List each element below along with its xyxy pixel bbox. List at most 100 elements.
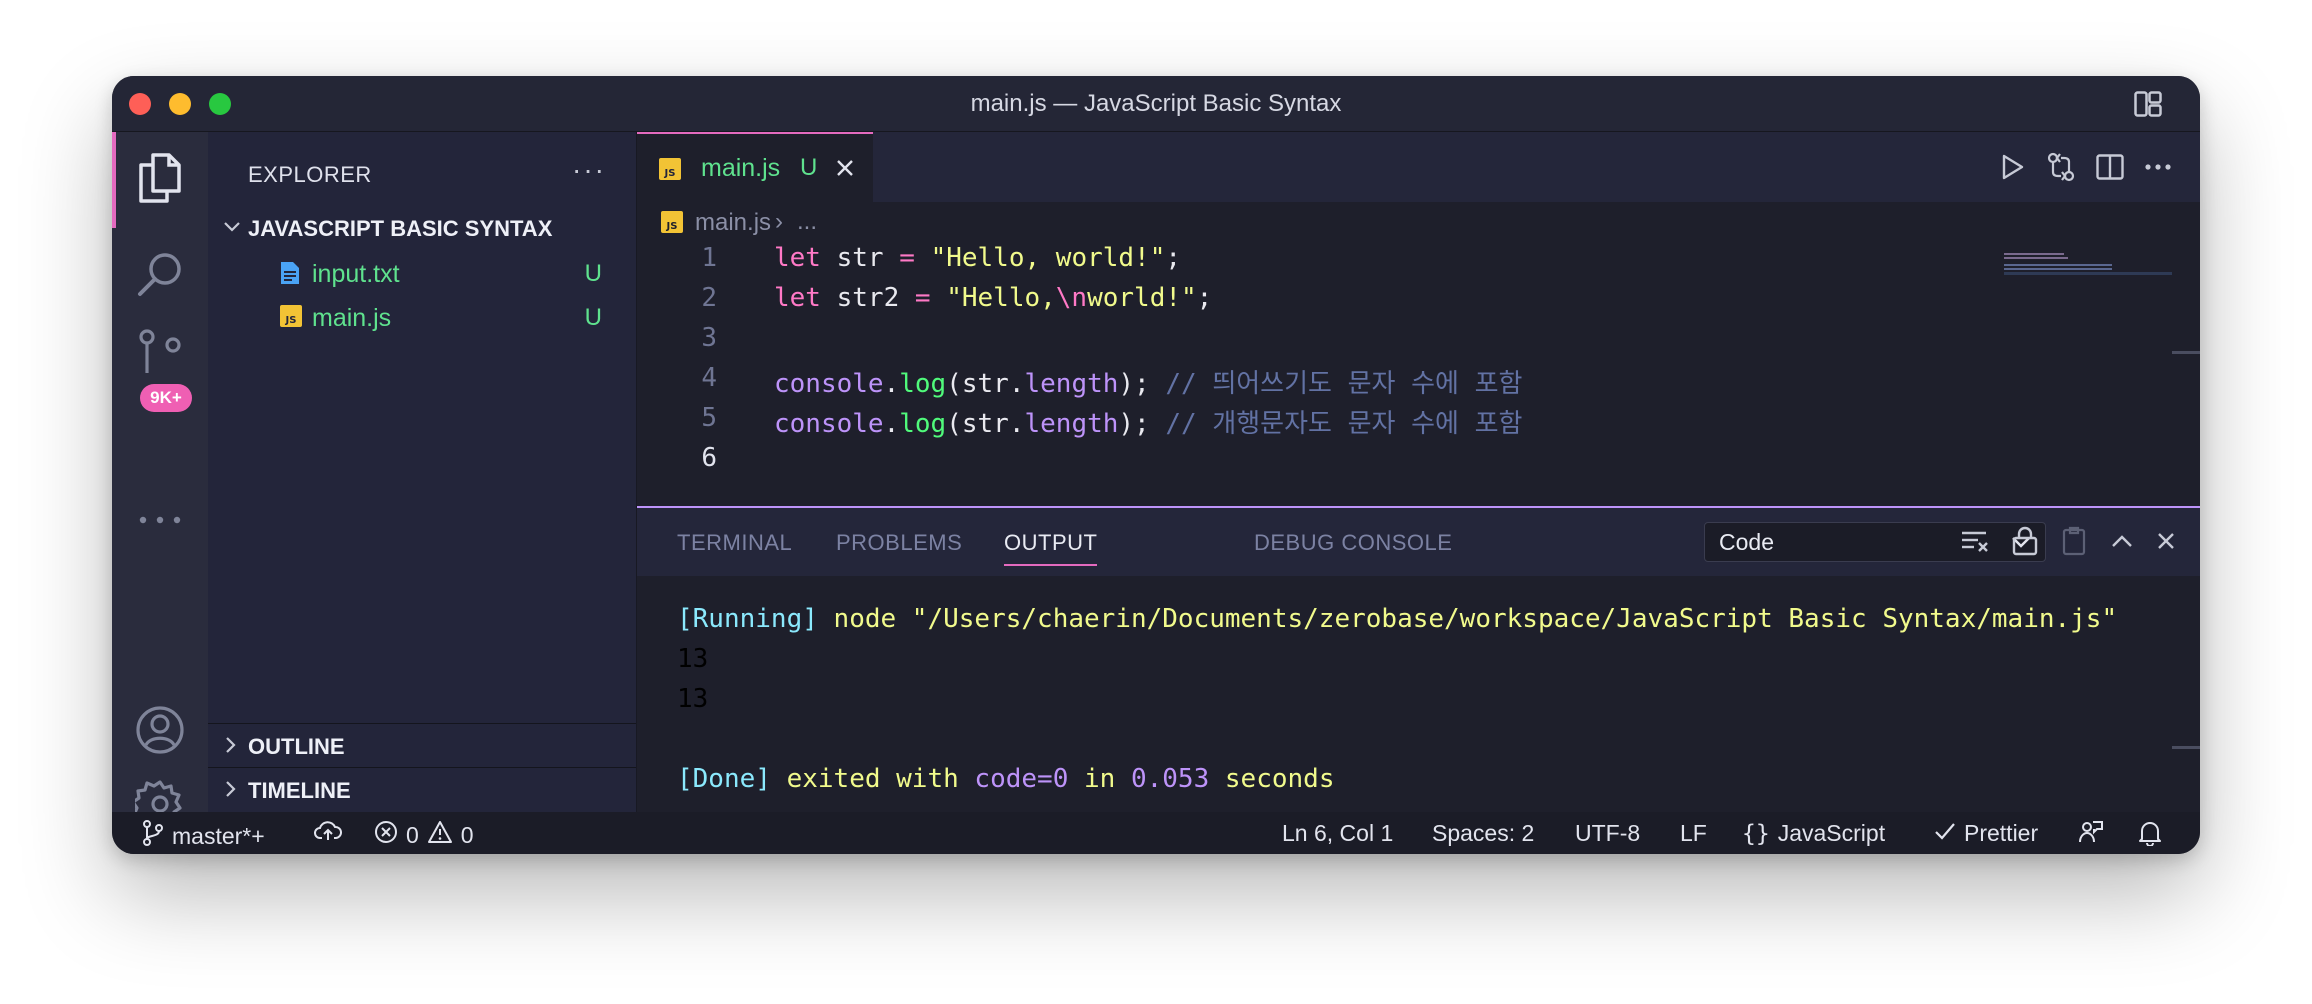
tab-debug-console[interactable]: DEBUG CONSOLE [1254,530,1452,556]
check-icon [1934,820,1956,847]
file-main-js[interactable]: JS main.js U [208,295,636,339]
language-name: JavaScript [1777,820,1886,846]
split-editor-icon[interactable] [2096,150,2124,184]
status-eol[interactable]: LF [1680,820,1707,847]
customize-layout-icon[interactable] [2134,91,2162,122]
run-icon[interactable] [2000,150,2026,184]
search-activity[interactable] [112,228,208,324]
section-timeline[interactable]: TIMELINE [208,767,636,812]
output-text: seconds [1209,764,1335,794]
git-status-untracked: U [584,260,602,287]
status-encoding[interactable]: UTF-8 [1575,820,1640,847]
status-problems[interactable]: 0 0 [374,820,474,850]
error-count: 0 [406,821,419,848]
explorer-activity[interactable] [112,132,208,228]
title-bar: main.js — JavaScript Basic Syntax [112,76,2200,132]
code-line[interactable]: 2 let str2 = "Hello,\nworld!"; [637,283,2037,323]
bottom-panel: TERMINAL PROBLEMS OUTPUT DEBUG CONSOLE C… [637,506,2200,814]
breadcrumb: JS main.js › ... [637,203,2200,243]
chevron-up-icon[interactable] [2110,524,2134,558]
tab-terminal[interactable]: TERMINAL [677,530,792,556]
code-line[interactable]: 3 [637,323,2037,363]
code-token: = [899,243,915,273]
code-editor[interactable]: 1 let str = "Hello, world!"; 2 let str2 = "… [637,243,2200,560]
more-actions-icon[interactable] [2144,150,2172,184]
source-control-badge: 9K+ [140,384,192,412]
tab-main-js[interactable]: JS main.js U [637,132,873,204]
code-line[interactable]: 6 [637,443,2037,483]
code-token: . [883,369,900,399]
account-icon [135,705,185,760]
code-token: ); [1118,409,1166,439]
code-line[interactable]: 1 let str = "Hello, world!"; [637,243,2037,283]
code-token: // 개행문자도 문자 수에 포함 [1165,409,1523,439]
tab-output[interactable]: OUTPUT [1004,530,1098,566]
open-log-icon[interactable] [2060,524,2088,558]
sidebar-more-icon[interactable]: ··· [572,154,606,186]
status-indentation[interactable]: Spaces: 2 [1432,820,1534,847]
status-branch[interactable]: master*+ [142,820,265,852]
section-outline[interactable]: OUTLINE [208,723,636,768]
code-token: console [774,369,884,399]
chevron-right-icon [220,779,240,804]
breadcrumb-file[interactable]: main.js [695,209,771,237]
sidebar-title: EXPLORER [248,162,372,187]
running-command: node "/Users/chaerin/Documents/zerobase/… [817,604,2118,634]
open-changes-icon[interactable] [2046,150,2076,184]
tab-git-status: U [800,154,818,181]
code-token: // 띄어쓰기도 문자 수에 포함 [1165,369,1523,399]
file-input-txt[interactable]: input.txt U [208,251,636,295]
exit-code: code=0 [974,764,1069,794]
code-token: let [774,243,821,273]
prettier-label: Prettier [1964,820,2039,846]
warning-icon [427,820,453,850]
code-line[interactable]: 5 console.log(str.length); // 개행문자도 문자 수에… [637,403,2037,443]
chevron-down-icon [222,216,242,241]
output-text: exited with [770,764,975,794]
output-line-running: [Running] node "/Users/chaerin/Documents… [677,604,2177,634]
chevron-right-icon [220,735,240,760]
js-file-icon: JS [280,305,302,332]
close-panel-icon[interactable] [2156,524,2176,558]
code-token: "Hello, [946,283,1056,313]
scrollbar-marker [2172,351,2200,354]
accounts-activity[interactable] [112,692,208,772]
folder-name: JAVASCRIPT BASIC SYNTAX [248,216,553,241]
status-language[interactable]: {} JavaScript [1742,820,1885,847]
code-token: console [774,409,884,439]
status-prettier[interactable]: Prettier [1934,820,2038,847]
lock-icon[interactable] [2012,524,2038,558]
code-token: . [883,409,900,439]
running-tag: [Running] [677,604,818,634]
output-line-done: [Done] exited with code=0 in 0.053 secon… [677,764,2177,794]
clear-output-icon[interactable] [1960,524,1990,558]
code-token: ; [1196,283,1213,313]
status-sync[interactable] [314,820,342,848]
git-status-untracked: U [584,304,602,331]
editor-tab-bar: JS main.js U [637,132,2200,204]
more-activity[interactable] [112,496,208,546]
folder-javascript-basic-syntax[interactable]: JAVASCRIPT BASIC SYNTAX [208,206,636,250]
status-bar: master*+ 0 0 Ln 6, Col 1 Spaces: 2 UTF-8… [112,812,2200,854]
status-feedback[interactable] [2078,820,2104,850]
svg-text:JS: JS [666,221,678,232]
activity-bar: 9K+ [112,132,208,830]
code-line[interactable]: 4 console.log(str.length); // 띄어쓰기도 문자 수에… [637,363,2037,403]
status-notifications[interactable] [2138,820,2162,852]
elapsed-time: 0.053 [1130,764,1210,794]
explorer-sidebar: EXPLORER ··· JAVASCRIPT BASIC SYNTAX inp… [208,132,637,812]
more-icon [138,512,182,530]
tab-label: main.js [701,154,781,182]
breadcrumb-symbols[interactable]: ... [797,208,817,236]
line-number: 4 [701,363,717,393]
line-number: 1 [701,243,717,273]
files-icon [137,152,183,208]
code-token: world!" [1087,283,1197,313]
tab-problems[interactable]: PROBLEMS [836,530,962,556]
panel-tab-bar: TERMINAL PROBLEMS OUTPUT DEBUG CONSOLE C… [637,508,2200,576]
code-token: (str. [946,409,1025,439]
status-cursor-position[interactable]: Ln 6, Col 1 [1282,820,1393,847]
close-icon[interactable] [835,158,855,183]
